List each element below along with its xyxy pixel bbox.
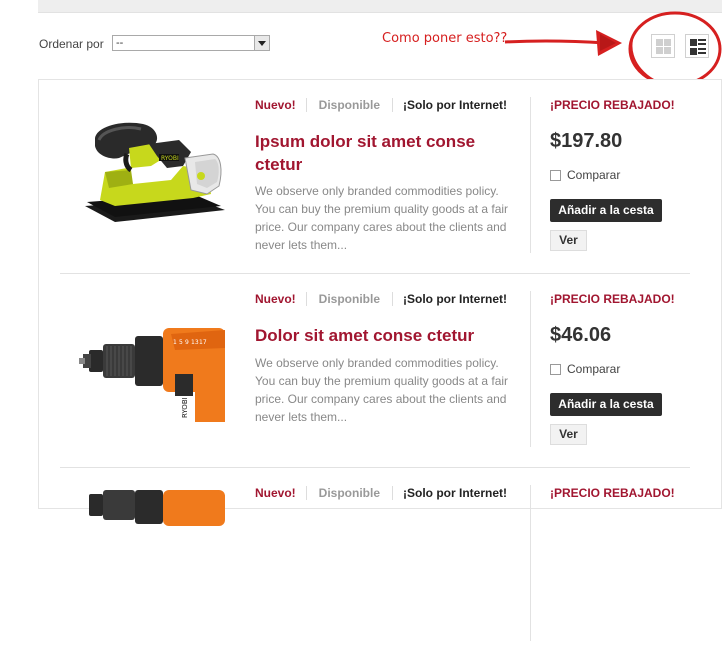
flag-new: Nuevo! (255, 98, 296, 112)
sort-label: Ordenar por (39, 37, 104, 51)
compare-label: Comparar (567, 168, 621, 182)
flag-available: Disponible (305, 98, 394, 112)
sort-select-value: -- (116, 37, 124, 49)
view-button[interactable]: Ver (550, 424, 587, 445)
divider (530, 485, 531, 641)
flag-online-only: ¡Solo por Internet! (403, 486, 508, 500)
product-title[interactable]: Dolor sit amet conse ctetur (255, 324, 505, 347)
orbital-sander-image[interactable]: RYOBI (75, 110, 225, 228)
svg-text:RYOBI: RYOBI (181, 397, 189, 418)
flag-new: Nuevo! (255, 486, 296, 500)
flag-online-only: ¡Solo por Internet! (403, 292, 508, 306)
svg-text:RYOBI: RYOBI (161, 155, 179, 162)
price-reduced-label: ¡PRECIO REBAJADO! (550, 486, 675, 500)
flag-available: Disponible (305, 292, 394, 306)
flag-new: Nuevo! (255, 292, 296, 306)
product-price: $46.06 (550, 324, 612, 346)
view-button[interactable]: Ver (550, 230, 587, 251)
top-bar (38, 0, 722, 13)
svg-text:13: 13 (191, 339, 199, 346)
list-view-button[interactable] (685, 34, 709, 58)
compare-checkbox[interactable] (550, 169, 561, 181)
product-description: We observe only branded commodities poli… (255, 356, 509, 424)
svg-text:9: 9 (185, 339, 189, 346)
flag-available: Disponible (305, 486, 394, 500)
price-reduced-label: ¡PRECIO REBAJADO! (550, 98, 675, 112)
price-reduced-label: ¡PRECIO REBAJADO! (550, 292, 675, 306)
add-to-cart-button[interactable]: Añadir a la cesta (550, 393, 662, 416)
list-item: RYOBI Nuevo! Disponible ¡Solo por Internet… (39, 80, 722, 274)
compare-label: Comparar (567, 362, 621, 376)
sort-select[interactable]: -- (112, 35, 270, 51)
product-price: $197.80 (550, 130, 623, 152)
product-flags: Nuevo! Disponible ¡Solo por Internet! (255, 486, 507, 500)
cordless-drill-image[interactable]: 159 13 17 RYOBI (75, 304, 225, 422)
product-flags: Nuevo! Disponible ¡Solo por Internet! (255, 98, 507, 112)
grid-view-button[interactable] (651, 34, 675, 58)
compare-option[interactable]: Comparar (550, 168, 620, 182)
divider (530, 97, 531, 253)
compare-option[interactable]: Comparar (550, 362, 620, 376)
list-item: 159 13 17 RYOBI Nuevo! Disponible ¡Solo por… (39, 274, 722, 468)
compare-checkbox[interactable] (550, 363, 561, 375)
svg-text:1: 1 (173, 339, 177, 346)
product-flags: Nuevo! Disponible ¡Solo por Internet! (255, 292, 507, 306)
chevron-down-icon[interactable] (254, 36, 269, 50)
svg-text:5: 5 (179, 339, 183, 346)
svg-text:17: 17 (199, 339, 207, 346)
product-list: RYOBI Nuevo! Disponible ¡Solo por Internet… (38, 79, 722, 641)
product-title[interactable]: Ipsum dolor sit amet conse ctetur (255, 130, 505, 176)
cordless-drill-image[interactable] (75, 490, 225, 608)
product-description: We observe only branded commodities poli… (255, 184, 509, 252)
divider (530, 291, 531, 447)
add-to-cart-button[interactable]: Añadir a la cesta (550, 199, 662, 222)
flag-online-only: ¡Solo por Internet! (403, 98, 508, 112)
list-item: Nuevo! Disponible ¡Solo por Internet! ¡PRE… (39, 468, 722, 662)
annotation-text: Como poner esto?? (382, 31, 508, 46)
